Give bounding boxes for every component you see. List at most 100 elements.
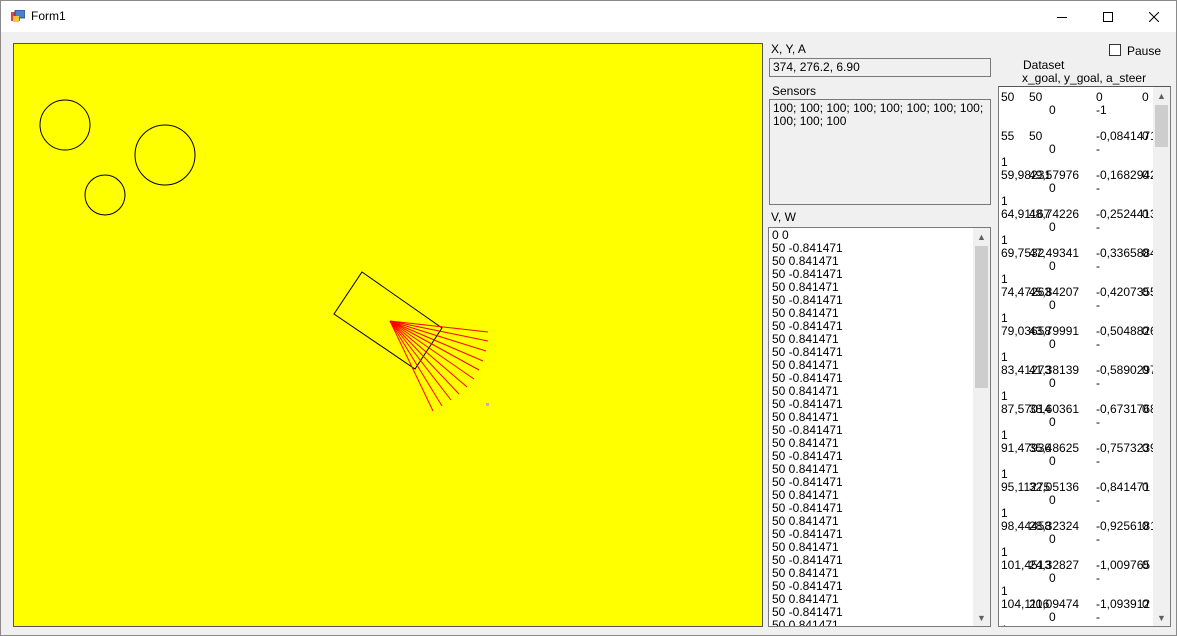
dataset-cell: 0 bbox=[1049, 181, 1056, 195]
scroll-down-icon[interactable]: ▼ bbox=[1153, 609, 1170, 626]
obstacle-circle bbox=[84, 174, 126, 216]
dataset-cell: 0 bbox=[1049, 259, 1056, 273]
vw-label: V, W bbox=[771, 210, 796, 224]
dataset-row[interactable]: 50 50 0 0 0 -1 bbox=[1000, 91, 1153, 130]
dataset-row[interactable]: 91,47936 35,48625 -0,7573239 0 0-1 bbox=[1000, 441, 1157, 481]
pose-label: X, Y, A bbox=[771, 42, 806, 56]
dataset-cell: - bbox=[1096, 376, 1100, 390]
dataset-cell: - bbox=[1096, 415, 1100, 429]
dataset-cell: 0 bbox=[1049, 415, 1056, 429]
vw-list-item[interactable]: 50 0.841471 bbox=[770, 619, 970, 627]
dataset-cell: 1 bbox=[1001, 624, 1008, 627]
dataset-cell: - bbox=[1096, 493, 1100, 507]
dataset-cell: 0 bbox=[1142, 324, 1149, 338]
dataset-cell: 0 bbox=[1049, 142, 1056, 156]
dataset-cell: - bbox=[1096, 610, 1100, 624]
dataset-cell: - bbox=[1096, 454, 1100, 468]
dataset-cell: 0 bbox=[1049, 493, 1056, 507]
dataset-cell: 0 bbox=[1142, 246, 1149, 260]
minimize-icon bbox=[1057, 16, 1067, 18]
scroll-up-icon[interactable]: ▲ bbox=[973, 228, 990, 245]
dataset-row[interactable]: 74,47263 45,84207 -0,4207355 0 0-1 bbox=[1000, 285, 1157, 325]
dataset-cell: 0 bbox=[1142, 402, 1149, 416]
dataset-columns: x_goal, y_goal, a_steer bbox=[1022, 71, 1147, 85]
dataset-cell: 0 bbox=[1049, 103, 1056, 117]
dataset-cell: 0 bbox=[1142, 441, 1149, 455]
dataset-cell: 0 bbox=[1049, 610, 1056, 624]
dataset-cell: - bbox=[1096, 532, 1100, 546]
dataset-cell: 0 bbox=[1142, 168, 1149, 182]
dataset-row[interactable]: 101,4513 24,32827 -1,009765 0 0-1 bbox=[1000, 559, 1153, 598]
dataset-cell: 0 bbox=[1142, 597, 1149, 611]
dataset-row[interactable]: 83,41273 41,38139 -0,5890297 0 0-1 bbox=[1000, 363, 1157, 403]
dataset-cell: 0 bbox=[1142, 129, 1149, 143]
dataset-row[interactable]: 104,111620,09474-1,09391200-1 bbox=[1000, 598, 1153, 627]
scroll-thumb[interactable] bbox=[975, 246, 988, 388]
sensors-field[interactable]: 100; 100; 100; 100; 100; 100; 100; 100; … bbox=[769, 99, 991, 205]
dataset-cell: -1 bbox=[1096, 103, 1107, 117]
dataset-cell: 0 bbox=[1142, 285, 1149, 299]
pose-field[interactable]: 374, 276.2, 6.90 bbox=[769, 58, 991, 77]
dataset-cell: 0 bbox=[1142, 558, 1149, 572]
obstacle-circle bbox=[134, 124, 196, 186]
app-icon bbox=[11, 10, 25, 22]
dataset-row[interactable]: 69,7532 47,49341 -0,3365884 0 0-1 bbox=[1000, 246, 1157, 286]
dataset-cell: 0 bbox=[1049, 376, 1056, 390]
dataset-cell: 0 bbox=[1049, 532, 1056, 546]
sensor-rays bbox=[389, 320, 489, 412]
dataset-cell: 55 bbox=[1001, 129, 1015, 143]
dataset-cell: 0 bbox=[1142, 207, 1149, 221]
sensors-label: Sensors bbox=[772, 84, 817, 98]
dataset-cell: 50 bbox=[1001, 90, 1015, 104]
close-icon bbox=[1149, 11, 1159, 22]
obstacle-circle bbox=[39, 99, 91, 151]
title-bar: Form1 bbox=[1, 1, 1176, 32]
pause-checkbox[interactable] bbox=[1109, 44, 1121, 56]
dataset-row[interactable]: 79,03658 43,79991 -0,5048826 0 0-1 bbox=[1000, 324, 1157, 364]
dataset-cell: - bbox=[1096, 259, 1100, 273]
pause-label: Pause bbox=[1127, 44, 1162, 58]
dataset-cell: 0 bbox=[1142, 519, 1149, 533]
dataset-cell: 0 bbox=[1049, 454, 1056, 468]
close-button[interactable] bbox=[1131, 1, 1177, 32]
dataset-row[interactable]: 59,98231 49,57976 -0,1682942 0 0-1 bbox=[1000, 168, 1157, 208]
dataset-row[interactable]: 64,91167 48,74226 -0,2524413 0 0-1 bbox=[1000, 207, 1157, 247]
vw-scrollbar[interactable]: ▲ ▼ bbox=[973, 228, 990, 626]
maximize-icon bbox=[1103, 11, 1113, 22]
dataset-cell: 0 bbox=[1049, 298, 1056, 312]
dataset-row[interactable]: 87,57014 38,60361 -0,6731768 0 0-1 bbox=[1000, 402, 1157, 442]
dataset-row[interactable]: 55 50 -0,0841471 0 0-1 bbox=[1000, 129, 1157, 169]
dataset-cell: 50 bbox=[1029, 90, 1043, 104]
dataset-scrollbar[interactable]: ▲ ▼ bbox=[1153, 87, 1170, 626]
dataset-title: Dataset bbox=[1023, 58, 1065, 72]
robot-body bbox=[333, 271, 443, 370]
dataset-row[interactable]: 98,44458 28,32324 -0,9256181 0 0-1 bbox=[1000, 519, 1157, 559]
vw-listbox[interactable]: 0 0 50 -0.841471 50 0.841471 50 -0.841471 50… bbox=[768, 227, 991, 627]
window-title: Form1 bbox=[31, 9, 66, 23]
goal-marker bbox=[486, 403, 489, 406]
dataset-cell: 0 bbox=[1049, 571, 1056, 585]
dataset-cell: - bbox=[1096, 337, 1100, 351]
dataset-cell: 0 bbox=[1049, 220, 1056, 234]
scroll-thumb[interactable] bbox=[1155, 105, 1168, 147]
app-window: Form1 X, Y, A 374, 276.2, 6.90 Sensors 1… bbox=[0, 0, 1177, 636]
dataset-cell: 0 bbox=[1049, 337, 1056, 351]
vw-list: 0 0 50 -0.841471 50 0.841471 50 -0.841471 50… bbox=[770, 229, 970, 627]
dataset-listbox[interactable]: 50 50 0 0 0 -1 55 50 -0,0841471 0 0-1 59,98231 49,57… bbox=[998, 86, 1171, 627]
dataset-cell: - bbox=[1096, 298, 1100, 312]
dataset-cell: 50 bbox=[1029, 129, 1043, 143]
scroll-up-icon[interactable]: ▲ bbox=[1153, 87, 1170, 104]
dataset-cell: 0 bbox=[1142, 363, 1149, 377]
dataset-row[interactable]: 95,11275 32,05136 -0,841471 0 0-1 bbox=[1000, 481, 1153, 520]
dataset-cell: - bbox=[1096, 181, 1100, 195]
dataset-cell: - bbox=[1096, 142, 1100, 156]
dataset-cell: - bbox=[1096, 571, 1100, 585]
dataset-list: 50 50 0 0 0 -1 55 50 -0,0841471 0 0-1 59,98231 49,57… bbox=[1000, 91, 1157, 627]
dataset-cell: - bbox=[1096, 220, 1100, 234]
dataset-cell: 0 bbox=[1142, 480, 1149, 494]
simulation-canvas[interactable] bbox=[13, 43, 763, 627]
scroll-down-icon[interactable]: ▼ bbox=[973, 609, 990, 626]
dataset-cell: 0 bbox=[1142, 90, 1149, 104]
minimize-button[interactable] bbox=[1039, 1, 1085, 32]
maximize-button[interactable] bbox=[1085, 1, 1131, 32]
